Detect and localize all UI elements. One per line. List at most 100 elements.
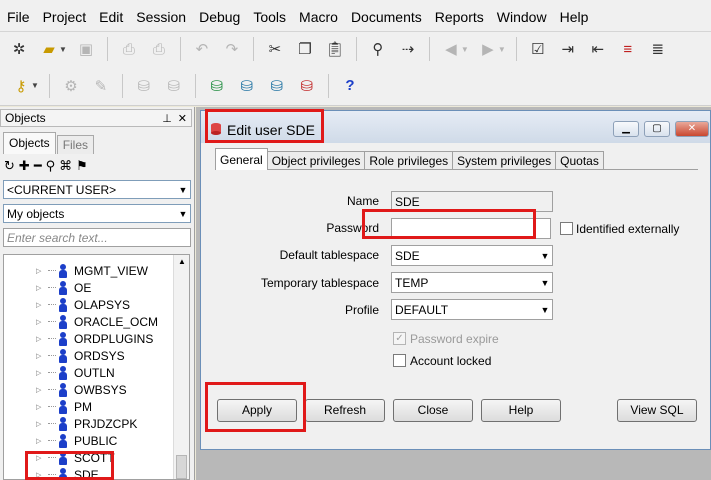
chevron-down-icon[interactable]: ▼ — [538, 305, 552, 315]
menu-edit[interactable]: Edit — [92, 9, 129, 25]
chevron-down-icon[interactable]: ▼ — [538, 251, 552, 261]
tree-scrollbar[interactable]: ▲ — [173, 255, 189, 479]
tree-item[interactable]: ▷ ORDPLUGINS — [4, 330, 153, 347]
expand-icon[interactable]: ▷ — [36, 352, 46, 360]
tree-item[interactable]: ▷ PUBLIC — [4, 432, 117, 449]
db-export-icon[interactable]: ⛁ — [265, 74, 289, 98]
view-sql-button[interactable]: View SQL — [617, 399, 697, 422]
back-icon[interactable]: ◀ — [439, 37, 463, 61]
scroll-thumb[interactable] — [176, 455, 187, 479]
indent-icon[interactable]: ⇥ — [556, 37, 580, 61]
password-field[interactable] — [391, 218, 551, 239]
open-dropdown-icon[interactable]: ▼ — [59, 45, 67, 54]
minimize-icon[interactable]: ▁ — [613, 121, 639, 137]
copy-icon[interactable]: ❐ — [293, 37, 317, 61]
pin-icon[interactable]: ⊥ — [162, 112, 172, 125]
tab-object-privileges[interactable]: Object privileges — [266, 151, 366, 170]
report-icon[interactable]: ☑ — [526, 37, 550, 61]
expand-icon[interactable]: ▷ — [36, 454, 46, 462]
menu-reports[interactable]: Reports — [428, 9, 490, 25]
tab-role-privileges[interactable]: Role privileges — [364, 151, 454, 170]
menu-help[interactable]: Help — [553, 9, 595, 25]
close-icon[interactable]: ✕ — [178, 112, 187, 125]
menu-debug[interactable]: Debug — [192, 9, 246, 25]
tree-item[interactable]: ▷ OLAPSYS — [4, 296, 130, 313]
maximize-icon[interactable]: ▢ — [644, 121, 670, 137]
key-icon[interactable]: ⚷ — [9, 74, 33, 98]
new-icon[interactable]: ✲ — [7, 37, 31, 61]
brush-icon[interactable]: ✎ — [89, 74, 113, 98]
tree-item[interactable]: ▷ MGMT_VIEW — [4, 262, 148, 279]
chevron-down-icon[interactable]: ▼ — [538, 278, 552, 288]
object-filter-select[interactable]: My objects ▼ — [3, 204, 191, 223]
tree-item[interactable]: ▷ OWBSYS — [4, 381, 127, 398]
tree-item[interactable]: ▷ PM — [4, 398, 92, 415]
account-locked-checkbox[interactable] — [393, 354, 406, 367]
print-icon[interactable]: ⎙ — [117, 37, 141, 61]
uncomment-icon[interactable]: ≣ — [646, 37, 670, 61]
close-button[interactable]: Close — [393, 399, 473, 422]
menu-documents[interactable]: Documents — [344, 9, 428, 25]
cut-icon[interactable]: ✂ — [263, 37, 287, 61]
expand-icon[interactable]: ▷ — [36, 386, 46, 394]
db-import-icon[interactable]: ⛁ — [295, 74, 319, 98]
tab-objects[interactable]: Objects — [3, 132, 56, 154]
comment-icon[interactable]: ≡ — [616, 37, 640, 61]
menu-macro[interactable]: Macro — [292, 9, 344, 25]
scroll-up-icon[interactable]: ▲ — [174, 257, 189, 266]
tree-item[interactable]: ▷ OUTLN — [4, 364, 115, 381]
sql-db-icon[interactable]: ⛁ — [235, 74, 259, 98]
menu-file[interactable]: File — [0, 9, 36, 25]
close-icon[interactable]: ✕ — [675, 121, 709, 137]
paste-icon[interactable]: 📋︎ — [323, 37, 347, 61]
expand-icon[interactable]: ▷ — [36, 471, 46, 479]
back-dropdown-icon[interactable]: ▼ — [461, 45, 469, 54]
user-select[interactable]: <CURRENT USER> ▼ — [3, 180, 191, 199]
refresh-icon[interactable]: ↻ — [4, 158, 15, 174]
window-titlebar[interactable]: Edit user SDE ▁ ▢ ✕ — [201, 111, 710, 143]
tab-system-privileges[interactable]: System privileges — [452, 151, 557, 170]
undo-icon[interactable]: ↶ — [190, 37, 214, 61]
tree-item[interactable]: ▷ ORDSYS — [4, 347, 125, 364]
tree-item[interactable]: ▷ OE — [4, 279, 91, 296]
expand-icon[interactable]: ▷ — [36, 437, 46, 445]
find-next-icon[interactable]: ⇢ — [396, 37, 420, 61]
find-icon[interactable]: ⚲ — [46, 158, 56, 174]
expand-icon[interactable]: ▷ — [36, 420, 46, 428]
menu-project[interactable]: Project — [36, 9, 93, 25]
profile-select[interactable]: DEFAULT ▼ — [391, 299, 553, 320]
chevron-down-icon[interactable]: ▼ — [176, 185, 190, 195]
remove-icon[interactable]: ━ — [34, 158, 42, 174]
expand-icon[interactable]: ▷ — [36, 284, 46, 292]
expand-icon[interactable]: ▷ — [36, 301, 46, 309]
expand-icon[interactable]: ▷ — [36, 267, 46, 275]
chevron-down-icon[interactable]: ▼ — [176, 209, 190, 219]
temporary-tablespace-select[interactable]: TEMP ▼ — [391, 272, 553, 293]
identified-externally-checkbox[interactable] — [560, 222, 573, 235]
db-connect-icon[interactable]: ⛁ — [205, 74, 229, 98]
forward-dropdown-icon[interactable]: ▼ — [498, 45, 506, 54]
password-expire-checkbox[interactable]: ✓ — [393, 332, 406, 345]
tab-quotas[interactable]: Quotas — [555, 151, 604, 170]
save-icon[interactable]: ▣ — [74, 37, 98, 61]
redo-icon[interactable]: ↷ — [220, 37, 244, 61]
refresh-button[interactable]: Refresh — [305, 399, 385, 422]
db-up-icon[interactable]: ⛁ — [132, 74, 156, 98]
open-icon[interactable]: ▰ — [37, 37, 61, 61]
db-down-icon[interactable]: ⛁ — [162, 74, 186, 98]
help-button[interactable]: Help — [481, 399, 561, 422]
search-input[interactable]: Enter search text... — [3, 228, 191, 247]
expand-icon[interactable]: ▷ — [36, 335, 46, 343]
filter-edit-icon[interactable]: ⚑ — [76, 158, 88, 174]
add-icon[interactable]: ✚ — [19, 158, 30, 174]
tab-files[interactable]: Files — [56, 135, 95, 154]
tree-item[interactable]: ▷ ORACLE_OCM — [4, 313, 158, 330]
default-tablespace-select[interactable]: SDE ▼ — [391, 245, 553, 266]
print-preview-icon[interactable]: ⎙ — [147, 37, 171, 61]
forward-icon[interactable]: ▶ — [476, 37, 500, 61]
help-icon[interactable]: ? — [338, 74, 362, 98]
apply-button[interactable]: Apply — [217, 399, 297, 422]
find-icon[interactable]: ⚲ — [366, 37, 390, 61]
tree-item[interactable]: ▷ PRJDZCPK — [4, 415, 137, 432]
settings-icon[interactable]: ⚙ — [59, 74, 83, 98]
